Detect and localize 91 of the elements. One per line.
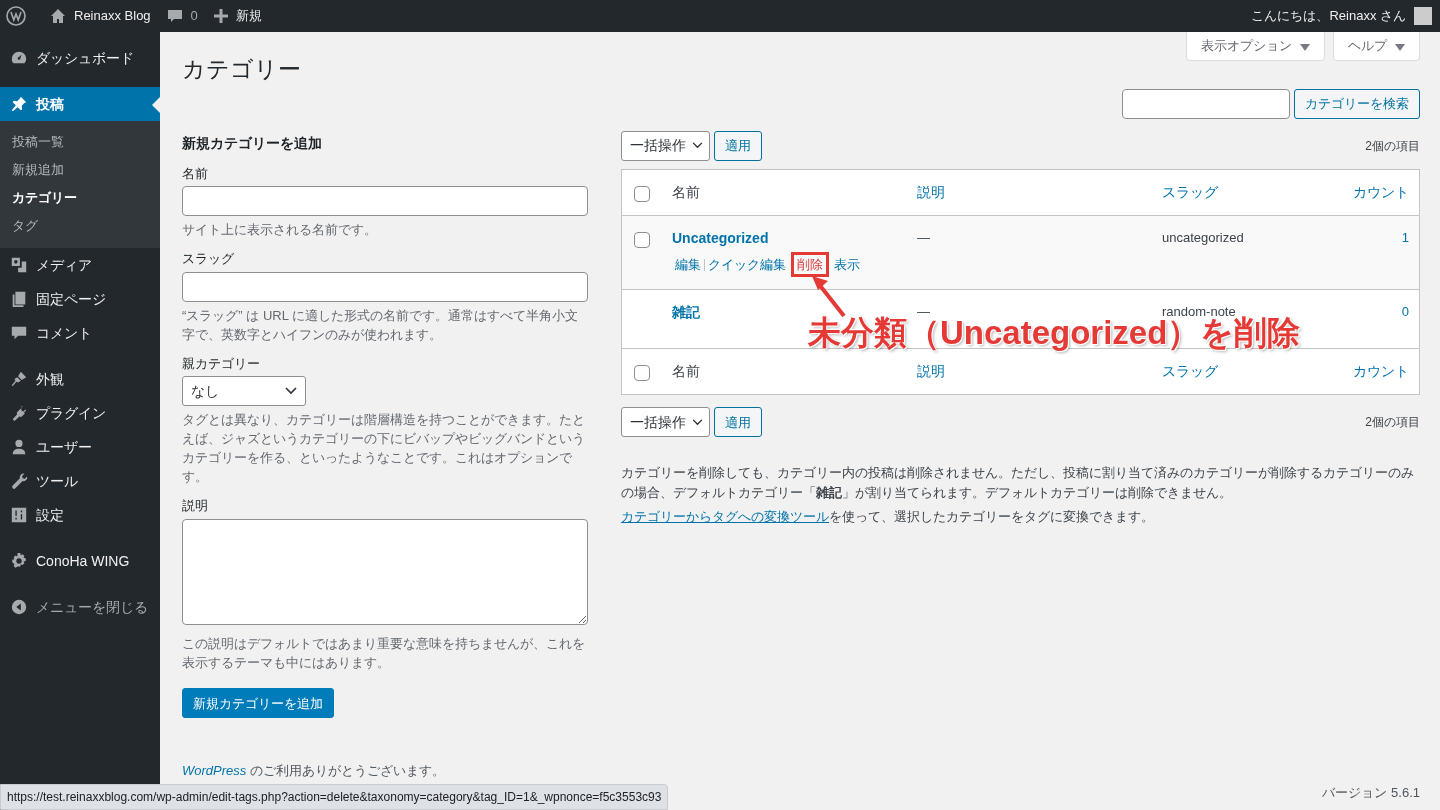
comment-count[interactable]: 0	[190, 6, 198, 26]
text-field[interactable]	[182, 186, 588, 217]
post-count-link[interactable]: 0	[1401, 304, 1409, 320]
media-icon	[10, 256, 28, 274]
sidebar-item[interactable]: コメント	[0, 316, 160, 350]
submenu-item[interactable]: カテゴリー	[0, 184, 160, 212]
sidebar-item[interactable]: 外観	[0, 362, 160, 396]
sidebar-item[interactable]: ダッシュボード	[0, 41, 160, 75]
note-paragraph: カテゴリーからタグへの変換ツールを使って、選択したカテゴリーをタグに変換できます。	[621, 508, 1155, 527]
column-header[interactable]: スラッグ	[1162, 183, 1218, 200]
sidebar-item[interactable]: プラグイン	[0, 396, 160, 430]
screen-tab-button[interactable]: 表示オプション	[1186, 32, 1325, 61]
new-menu-link[interactable]: 新規	[235, 6, 262, 26]
field-label: 説明	[182, 497, 209, 516]
column-header[interactable]: スラッグ	[1162, 363, 1218, 380]
sidebar-item[interactable]: メディア	[0, 248, 160, 282]
wordpress-logo-icon[interactable]	[6, 6, 26, 26]
note-paragraph: カテゴリーを削除しても、カテゴリー内の投稿は削除されません。ただし、投稿に割り当て済みのカテゴリーが削除するカテゴリーのみの場合、デフォルトカテゴリー「雑記」が割り当てられます。デフォルトカテゴリーは削除できません。	[621, 464, 1415, 503]
footer-thanks: WordPress のご利用ありがとうございます。	[182, 761, 445, 780]
sliders-icon	[10, 506, 28, 524]
text-field[interactable]	[182, 271, 588, 302]
column-header[interactable]: カウント	[1353, 183, 1409, 200]
row-action-link[interactable]: 削除	[791, 251, 829, 278]
apply-button[interactable]: 適用	[714, 130, 762, 161]
wrench-icon	[10, 472, 28, 490]
comment-icon[interactable]	[166, 8, 183, 24]
add-category-button[interactable]: 新規カテゴリーを追加	[182, 688, 334, 719]
field-label: スラッグ	[182, 250, 235, 269]
help-text: タグとは異なり、カテゴリーは階層構造を持つことができます。たとえば、ジャズというカテゴリーの下にビバップやビッグバンドというカテゴリーを作る、といったようなことです。これはオプションです。	[182, 411, 586, 487]
sidebar-item[interactable]: 投稿	[0, 87, 160, 121]
search-button[interactable]: カテゴリーを検索	[1294, 88, 1420, 119]
item-count: 2個の項目	[1365, 414, 1420, 432]
description-field[interactable]	[182, 518, 588, 625]
row-action-link[interactable]: クイック編集	[705, 254, 789, 275]
row-action-link[interactable]: 編集	[672, 254, 704, 275]
row-action-link[interactable]: 表示	[831, 254, 863, 275]
user-greeting[interactable]: こんにちは、Reinaxx さん	[1251, 6, 1406, 26]
bulk-action-select[interactable]: 一括操作	[621, 130, 710, 161]
version-text: バージョン 5.6.1	[1322, 783, 1420, 802]
description-cell: —	[917, 229, 930, 245]
sidebar-item[interactable]: 設定	[0, 498, 160, 532]
collapse-menu-button[interactable]: メニューを閉じる	[0, 590, 160, 624]
post-count-link[interactable]: 1	[1401, 229, 1409, 245]
parent-select[interactable]: なし	[182, 376, 306, 407]
help-text: “スラッグ” は URL に適した形式の名前です。通常はすべて半角小文字で、英数字とハイフンのみが使われます。	[182, 306, 580, 344]
submenu-item[interactable]: タグ	[0, 212, 160, 240]
checkbox[interactable]	[634, 231, 650, 248]
person-icon	[10, 438, 28, 456]
column-header[interactable]: 名前	[672, 183, 700, 200]
chevron-icon	[692, 418, 703, 426]
collapse-icon	[10, 598, 28, 616]
pages-icon	[10, 290, 28, 308]
pin-icon	[10, 95, 28, 113]
column-header[interactable]: カウント	[1353, 363, 1409, 380]
converter-link[interactable]: カテゴリーからタグへの変換ツール	[621, 509, 829, 525]
site-name-link[interactable]: Reinaxx Blog	[74, 6, 151, 26]
chevron-icon	[692, 142, 703, 150]
caret-icon	[1300, 43, 1310, 51]
apply-button[interactable]: 適用	[714, 407, 762, 438]
column-header[interactable]: 説明	[917, 363, 945, 380]
item-count: 2個の項目	[1365, 137, 1420, 155]
caret-icon	[1395, 43, 1405, 51]
submenu-item[interactable]: 投稿一覧	[0, 128, 160, 156]
help-text: この説明はデフォルトではあまり重要な意味を持ちませんが、これを表示するテーマも中にはあります。	[182, 635, 586, 673]
bulk-action-select[interactable]: 一括操作	[621, 407, 710, 438]
page-title: カテゴリー	[182, 55, 302, 84]
slug-cell: uncategorized	[1162, 229, 1244, 245]
column-header[interactable]: 説明	[917, 183, 945, 200]
form-heading: 新規カテゴリーを追加	[182, 133, 323, 153]
help-text: サイト上に表示される名前です。	[182, 221, 378, 240]
sidebar-item[interactable]: ConoHa WING	[0, 544, 160, 578]
submenu-item[interactable]: 新規追加	[0, 156, 160, 184]
home-icon[interactable]	[50, 8, 66, 24]
column-header[interactable]: 名前	[672, 363, 700, 380]
category-name-link[interactable]: Uncategorized	[672, 227, 769, 249]
plus-icon[interactable]	[213, 9, 228, 23]
checkbox[interactable]	[634, 185, 650, 202]
screen-tab-button[interactable]: ヘルプ	[1333, 32, 1420, 61]
gear-icon	[10, 552, 28, 570]
chevron-icon	[285, 387, 297, 396]
sidebar-item[interactable]: 固定ページ	[0, 282, 160, 316]
field-label: 親カテゴリー	[182, 354, 261, 373]
search-field[interactable]	[1122, 88, 1290, 119]
sidebar-item[interactable]: ツール	[0, 464, 160, 498]
sidebar-item[interactable]: ユーザー	[0, 430, 160, 464]
category-name-link[interactable]: 雑記	[672, 302, 700, 324]
wordpress-link[interactable]: WordPress	[182, 762, 247, 778]
brush-icon	[10, 370, 28, 388]
status-url: https://test.reinaxxblog.com/wp-admin/edit-tags.php?action=delete&taxonomy=category&tag_ID=1&_wpnonce=f5c3553c93	[0, 784, 669, 810]
checkbox[interactable]	[634, 365, 650, 382]
field-label: 名前	[182, 164, 209, 183]
